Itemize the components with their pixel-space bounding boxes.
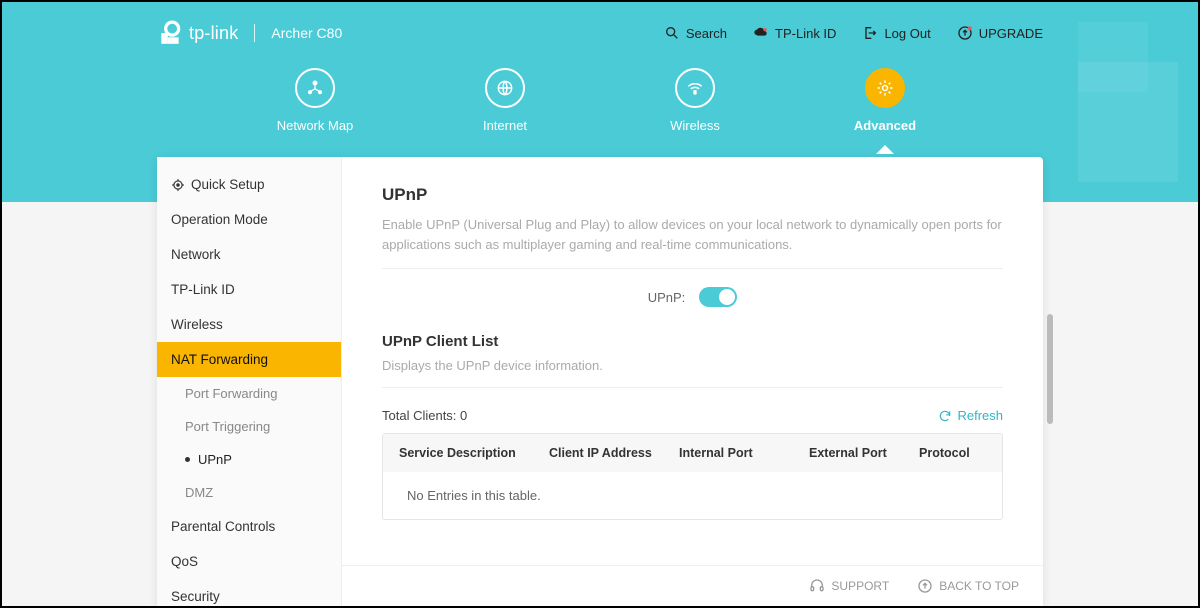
sidebar-sub-upnp[interactable]: UPnP — [157, 443, 341, 476]
logout-link[interactable]: Log Out — [862, 25, 930, 41]
sidebar-qos-label: QoS — [171, 554, 198, 569]
sidebar-network-label: Network — [171, 247, 221, 262]
cloud-icon — [753, 25, 769, 41]
sidebar: Quick Setup Operation Mode Network TP-Li… — [157, 157, 342, 606]
logout-label: Log Out — [884, 26, 930, 41]
tplink-logo-icon — [157, 20, 183, 46]
arrow-up-icon — [917, 578, 933, 594]
sidebar-security-label: Security — [171, 589, 220, 604]
internet-icon — [485, 68, 525, 108]
tab-wireless-label: Wireless — [650, 118, 740, 133]
brand-divider — [254, 24, 255, 42]
col-client-ip: Client IP Address — [549, 446, 679, 460]
client-list-top: Total Clients: 0 Refresh — [382, 408, 1003, 423]
tab-internet[interactable]: Internet — [460, 68, 550, 133]
top-bar: tp-link Archer C80 Search TP-Link ID Log… — [2, 2, 1198, 46]
sidebar-qos[interactable]: QoS — [157, 544, 341, 579]
upgrade-label: UPGRADE — [979, 26, 1043, 41]
col-internal-port: Internal Port — [679, 446, 809, 460]
sidebar-sub-dmz-label: DMZ — [185, 485, 213, 500]
sidebar-sub-port-forwarding[interactable]: Port Forwarding — [157, 377, 341, 410]
logout-icon — [862, 25, 878, 41]
main-tabs: Network Map Internet Wireless Advanced — [2, 68, 1198, 133]
table-header: Service Description Client IP Address In… — [383, 434, 1002, 472]
client-list-title: UPnP Client List — [382, 333, 1003, 350]
model-text: Archer C80 — [271, 25, 342, 41]
upnp-toggle-label: UPnP: — [648, 290, 686, 305]
main-panel: Quick Setup Operation Mode Network TP-Li… — [157, 157, 1043, 606]
tpid-label: TP-Link ID — [775, 26, 836, 41]
sidebar-sub-port-triggering[interactable]: Port Triggering — [157, 410, 341, 443]
total-clients-text: Total Clients: 0 — [382, 408, 467, 423]
sidebar-tplink-id[interactable]: TP-Link ID — [157, 272, 341, 307]
back-to-top-label: BACK TO TOP — [939, 579, 1019, 593]
target-icon — [171, 178, 185, 192]
brand-logo: tp-link Archer C80 — [157, 20, 342, 46]
col-service-desc: Service Description — [399, 446, 549, 460]
tab-advanced-label: Advanced — [840, 118, 930, 133]
tab-network-map-label: Network Map — [270, 118, 360, 133]
sidebar-security[interactable]: Security — [157, 579, 341, 606]
support-label: SUPPORT — [831, 579, 889, 593]
tab-internet-label: Internet — [460, 118, 550, 133]
wireless-icon — [675, 68, 715, 108]
col-external-port: External Port — [809, 446, 919, 460]
upgrade-link[interactable]: UPGRADE — [957, 25, 1043, 41]
scrollbar[interactable] — [1047, 157, 1053, 606]
sidebar-sub-dmz[interactable]: DMZ — [157, 476, 341, 509]
network-map-icon — [295, 68, 335, 108]
sidebar-operation-mode-label: Operation Mode — [171, 212, 268, 227]
upnp-toggle-row: UPnP: — [382, 287, 1003, 307]
search-link[interactable]: Search — [664, 25, 727, 41]
sidebar-wireless-label: Wireless — [171, 317, 223, 332]
sidebar-wireless[interactable]: Wireless — [157, 307, 341, 342]
back-to-top-link[interactable]: BACK TO TOP — [917, 578, 1019, 594]
content-footer: SUPPORT BACK TO TOP — [342, 565, 1043, 606]
section-divider — [382, 268, 1003, 269]
table-empty-row: No Entries in this table. — [383, 472, 1002, 519]
subsection-divider — [382, 387, 1003, 388]
sidebar-tplink-id-label: TP-Link ID — [171, 282, 235, 297]
sidebar-sub-port-triggering-label: Port Triggering — [185, 419, 270, 434]
advanced-icon — [865, 68, 905, 108]
sidebar-parental-controls-label: Parental Controls — [171, 519, 275, 534]
tab-network-map[interactable]: Network Map — [270, 68, 360, 133]
col-protocol: Protocol — [919, 446, 986, 460]
search-icon — [664, 25, 680, 41]
sidebar-parental-controls[interactable]: Parental Controls — [157, 509, 341, 544]
tab-advanced[interactable]: Advanced — [840, 68, 930, 133]
upnp-toggle[interactable] — [699, 287, 737, 307]
top-links: Search TP-Link ID Log Out UPGRADE — [664, 25, 1043, 41]
sidebar-nat-forwarding-label: NAT Forwarding — [171, 352, 268, 367]
support-icon — [809, 578, 825, 594]
search-label: Search — [686, 26, 727, 41]
refresh-label: Refresh — [957, 408, 1003, 423]
sidebar-nat-forwarding[interactable]: NAT Forwarding — [157, 342, 341, 377]
sidebar-quick-setup[interactable]: Quick Setup — [157, 167, 341, 202]
client-list-desc: Displays the UPnP device information. — [382, 358, 1003, 373]
client-table: Service Description Client IP Address In… — [382, 433, 1003, 520]
sidebar-network[interactable]: Network — [157, 237, 341, 272]
brand-text: tp-link — [189, 23, 238, 44]
refresh-icon — [938, 409, 952, 423]
tpid-link[interactable]: TP-Link ID — [753, 25, 836, 41]
sidebar-operation-mode[interactable]: Operation Mode — [157, 202, 341, 237]
upnp-description: Enable UPnP (Universal Plug and Play) to… — [382, 215, 1003, 254]
content-area: UPnP Enable UPnP (Universal Plug and Pla… — [342, 157, 1043, 606]
refresh-button[interactable]: Refresh — [938, 408, 1003, 423]
sidebar-sub-port-forwarding-label: Port Forwarding — [185, 386, 277, 401]
sidebar-quick-setup-label: Quick Setup — [191, 177, 265, 192]
scroll-thumb[interactable] — [1047, 314, 1053, 424]
tab-wireless[interactable]: Wireless — [650, 68, 740, 133]
upgrade-icon — [957, 25, 973, 41]
sidebar-sub-upnp-label: UPnP — [198, 452, 232, 467]
upnp-title: UPnP — [382, 185, 1003, 205]
support-link[interactable]: SUPPORT — [809, 578, 889, 594]
